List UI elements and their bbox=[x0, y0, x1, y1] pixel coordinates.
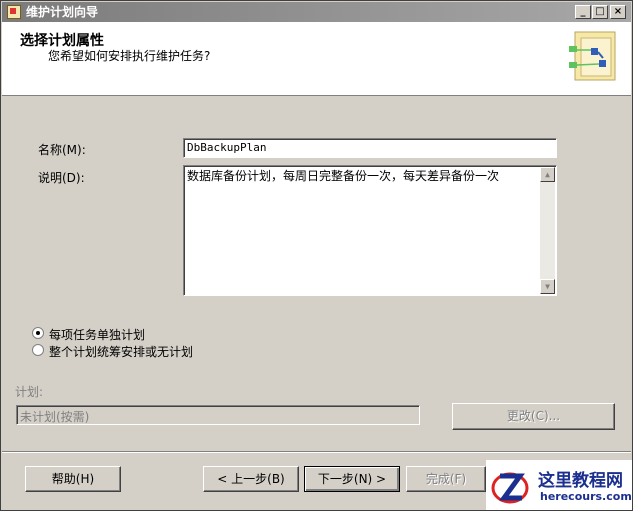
description-scrollbar[interactable]: ▲ ▼ bbox=[540, 167, 555, 294]
scroll-down-icon[interactable]: ▼ bbox=[540, 279, 555, 294]
footer-separator bbox=[2, 451, 631, 453]
wizard-header: 选择计划属性 您希望如何安排执行维护任务? bbox=[2, 22, 631, 96]
close-button[interactable]: × bbox=[610, 5, 626, 19]
watermark-logo: 这里教程网 herecours.com bbox=[486, 460, 632, 510]
maximize-button[interactable]: □ bbox=[592, 5, 608, 19]
schedule-label: 计划: bbox=[15, 385, 44, 399]
schedule-field: 未计划(按需) bbox=[16, 405, 420, 425]
app-icon bbox=[7, 5, 21, 19]
description-label: 说明(D): bbox=[38, 171, 85, 185]
schedule-value: 未计划(按需) bbox=[20, 410, 90, 424]
window-title: 维护计划向导 bbox=[26, 5, 99, 19]
minimize-button[interactable]: _ bbox=[575, 5, 591, 19]
name-input-value: DbBackupPlan bbox=[187, 141, 267, 154]
watermark-url: herecours.com bbox=[540, 490, 632, 503]
name-label: 名称(M): bbox=[38, 143, 86, 157]
wizard-window: 维护计划向导 _ □ × 选择计划属性 您希望如何安排执行维护任务? 名称(M)… bbox=[0, 0, 633, 511]
wizard-graphic-icon bbox=[569, 31, 616, 81]
title-bar[interactable]: 维护计划向导 _ □ × bbox=[2, 2, 631, 22]
change-schedule-button[interactable]: 更改(C)... bbox=[452, 403, 615, 430]
watermark-logo-icon bbox=[491, 472, 529, 504]
watermark-title: 这里教程网 bbox=[538, 471, 623, 491]
description-textarea[interactable]: 数据库备份计划，每周日完整备份一次，每天差异备份一次 ▲ ▼ bbox=[183, 165, 557, 296]
radio-single-schedule-label[interactable]: 整个计划统筹安排或无计划 bbox=[49, 343, 193, 360]
radio-separate-schedules[interactable] bbox=[32, 327, 44, 339]
finish-button[interactable]: 完成(F) bbox=[406, 466, 486, 492]
name-input[interactable]: DbBackupPlan bbox=[183, 138, 557, 158]
radio-single-schedule[interactable] bbox=[32, 344, 44, 356]
scroll-up-icon[interactable]: ▲ bbox=[540, 167, 555, 182]
page-subtitle: 您希望如何安排执行维护任务? bbox=[48, 49, 211, 63]
next-button[interactable]: 下一步(N) > bbox=[304, 466, 400, 492]
help-button[interactable]: 帮助(H) bbox=[25, 466, 121, 492]
radio-separate-schedules-label[interactable]: 每项任务单独计划 bbox=[49, 326, 145, 343]
description-text: 数据库备份计划，每周日完整备份一次，每天差异备份一次 bbox=[187, 169, 500, 183]
back-button[interactable]: < 上一步(B) bbox=[203, 466, 299, 492]
